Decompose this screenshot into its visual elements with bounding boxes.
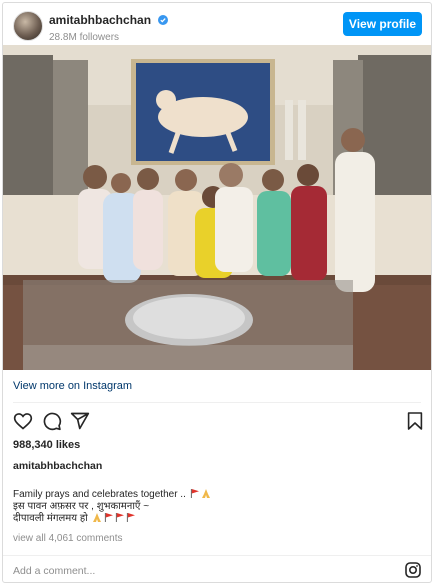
folded-hands-emoji-icon <box>92 513 101 522</box>
flag-emoji-icon <box>190 489 199 498</box>
caption-line: दीपावली मंगलमय हो <box>13 513 212 525</box>
verified-badge-icon <box>158 15 169 25</box>
add-comment-input[interactable]: Add a comment... <box>13 565 95 577</box>
user-info: amitabhbachchan 28.8M followers <box>49 11 169 43</box>
divider <box>13 402 421 403</box>
caption-line: Family prays and celebrates together .. <box>13 489 212 501</box>
folded-hands-emoji-icon <box>201 489 210 498</box>
post-photo[interactable] <box>3 45 431 370</box>
avatar[interactable] <box>13 11 43 41</box>
instagram-embed-card: amitabhbachchan 28.8M followers View pro… <box>2 2 432 583</box>
post-header: amitabhbachchan 28.8M followers View pro… <box>3 3 431 47</box>
share-icon[interactable] <box>70 411 90 431</box>
username-link[interactable]: amitabhbachchan <box>49 13 151 27</box>
view-more-link[interactable]: View more on Instagram <box>13 380 132 392</box>
caption-username[interactable]: amitabhbachchan <box>13 460 102 472</box>
caption-line: इस पावन अफ़सर पर , शुभकामनाएँ ~ <box>13 501 150 512</box>
flag-emoji-icon <box>115 513 124 522</box>
view-all-comments-link[interactable]: view all 4,061 comments <box>13 533 123 544</box>
follower-count: 28.8M followers <box>49 32 120 43</box>
comment-bar: Add a comment... <box>3 555 431 584</box>
family-photo-image <box>3 45 431 370</box>
flag-emoji-icon <box>126 513 135 522</box>
instagram-icon[interactable] <box>405 562 421 578</box>
view-profile-button[interactable]: View profile <box>343 12 422 36</box>
caption-text: Family prays and celebrates together .. … <box>13 489 212 525</box>
action-bar <box>3 408 431 434</box>
comment-icon[interactable] <box>42 411 62 431</box>
heart-icon[interactable] <box>13 411 33 431</box>
flag-emoji-icon <box>104 513 113 522</box>
like-count[interactable]: 988,340 likes <box>13 439 80 451</box>
bookmark-icon[interactable] <box>407 411 423 431</box>
